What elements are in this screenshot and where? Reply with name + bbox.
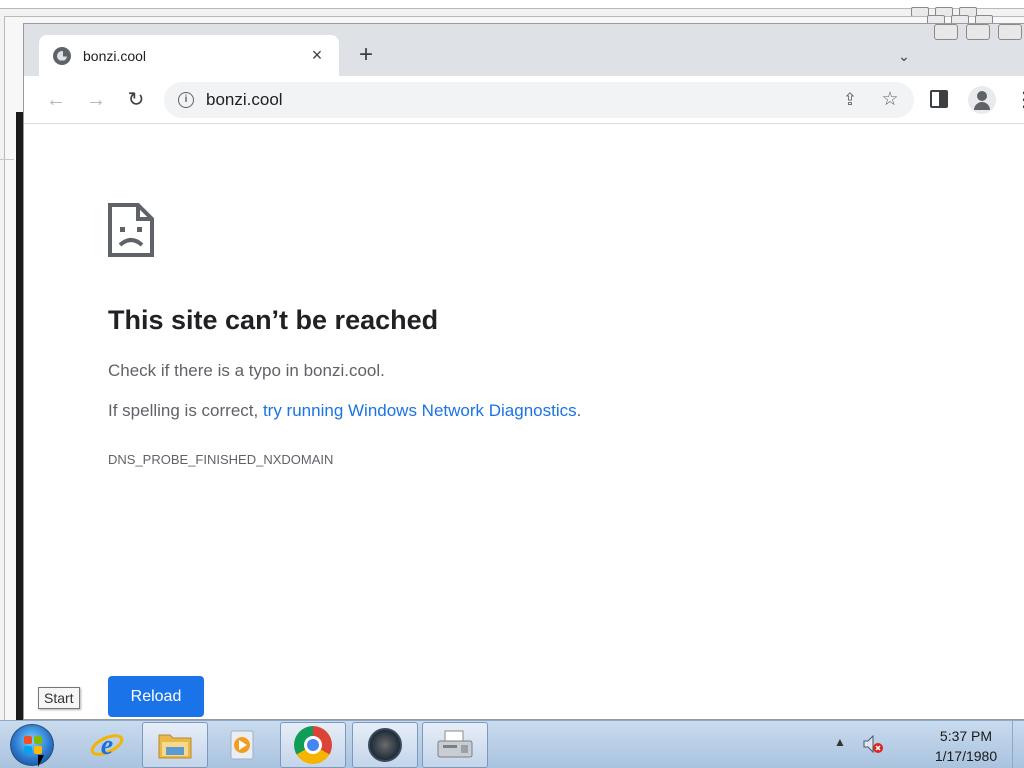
taskbar-windows-explorer[interactable]: [142, 722, 208, 768]
taskbar: e ▲ 5:37 PM 1/17/1980: [0, 720, 1024, 768]
new-tab-button[interactable]: +: [354, 43, 378, 68]
bookmark-star-icon[interactable]: ☆: [880, 90, 900, 110]
reload-page-button[interactable]: Reload: [108, 676, 204, 717]
internet-explorer-icon: e: [90, 730, 124, 761]
back-button[interactable]: ←: [44, 88, 68, 112]
chrome-icon: [294, 726, 332, 764]
tab-bonzi-cool[interactable]: bonzi.cool ×: [39, 35, 339, 76]
show-hidden-icons-button[interactable]: ▲: [834, 735, 846, 749]
tab-strip: bonzi.cool × + ⌄: [24, 24, 1024, 76]
chrome-browser-window: bonzi.cool × + ⌄ ← → ↻ i bonzi.cool ⇪ ☆ …: [23, 23, 1024, 720]
tab-search-button[interactable]: ⌄: [892, 44, 916, 68]
start-tooltip: Start: [38, 687, 80, 709]
diagnostics-suffix: .: [576, 401, 582, 420]
profile-avatar-icon[interactable]: [968, 86, 996, 114]
clock-date[interactable]: 1/17/1980: [924, 748, 1008, 764]
globe-icon: [53, 46, 71, 65]
address-bar[interactable]: i bonzi.cool ⇪ ☆: [164, 82, 914, 118]
background-window-edge: [0, 100, 14, 160]
start-button[interactable]: [10, 724, 54, 766]
window-controls: [934, 24, 1022, 40]
taskbar-internet-explorer[interactable]: e: [74, 722, 140, 768]
reload-button[interactable]: ↻: [124, 88, 148, 112]
menu-kebab-icon[interactable]: ⋮: [1014, 88, 1024, 112]
taskbar-google-chrome[interactable]: [280, 722, 346, 768]
diagnostics-suggestion: If spelling is correct, try running Wind…: [108, 401, 581, 421]
share-icon[interactable]: ⇪: [840, 90, 860, 110]
close-window-button[interactable]: [998, 24, 1022, 40]
sad-document-icon: [108, 203, 154, 257]
taskbar-monitor[interactable]: [352, 722, 418, 768]
monitor-icon: [368, 728, 402, 762]
url-text[interactable]: bonzi.cool: [206, 90, 283, 110]
windows-logo-icon: [24, 736, 42, 754]
volume-muted-icon[interactable]: [862, 733, 884, 755]
taskbar-fax[interactable]: [422, 722, 488, 768]
forward-button[interactable]: →: [84, 88, 108, 112]
page-content: This site can’t be reached Check if ther…: [24, 125, 1024, 720]
folder-icon: [158, 734, 192, 759]
close-tab-icon[interactable]: ×: [307, 45, 327, 65]
minimize-button[interactable]: [934, 24, 958, 40]
show-desktop-button[interactable]: [1012, 721, 1024, 768]
taskbar-media-player[interactable]: [210, 722, 276, 768]
svg-text:e: e: [101, 730, 113, 761]
site-info-icon[interactable]: i: [178, 92, 194, 108]
mouse-cursor-icon: [38, 755, 44, 767]
typo-suggestion: Check if there is a typo in bonzi.cool.: [108, 361, 385, 380]
browser-toolbar: ← → ↻ i bonzi.cool ⇪ ☆ ⋮: [24, 76, 1024, 124]
side-panel-icon[interactable]: [930, 90, 948, 108]
error-code: DNS_PROBE_FINISHED_NXDOMAIN: [108, 452, 334, 467]
tab-title: bonzi.cool: [83, 47, 147, 64]
background-window-edge: [16, 112, 23, 720]
network-diagnostics-link[interactable]: try running Windows Network Diagnostics: [263, 401, 577, 420]
diagnostics-prefix: If spelling is correct,: [108, 401, 263, 420]
clock-time[interactable]: 5:37 PM: [934, 728, 998, 744]
fax-printer-icon: [437, 730, 473, 758]
restore-button[interactable]: [966, 24, 990, 40]
error-title: This site can’t be reached: [108, 305, 439, 335]
media-player-icon: [230, 730, 254, 760]
